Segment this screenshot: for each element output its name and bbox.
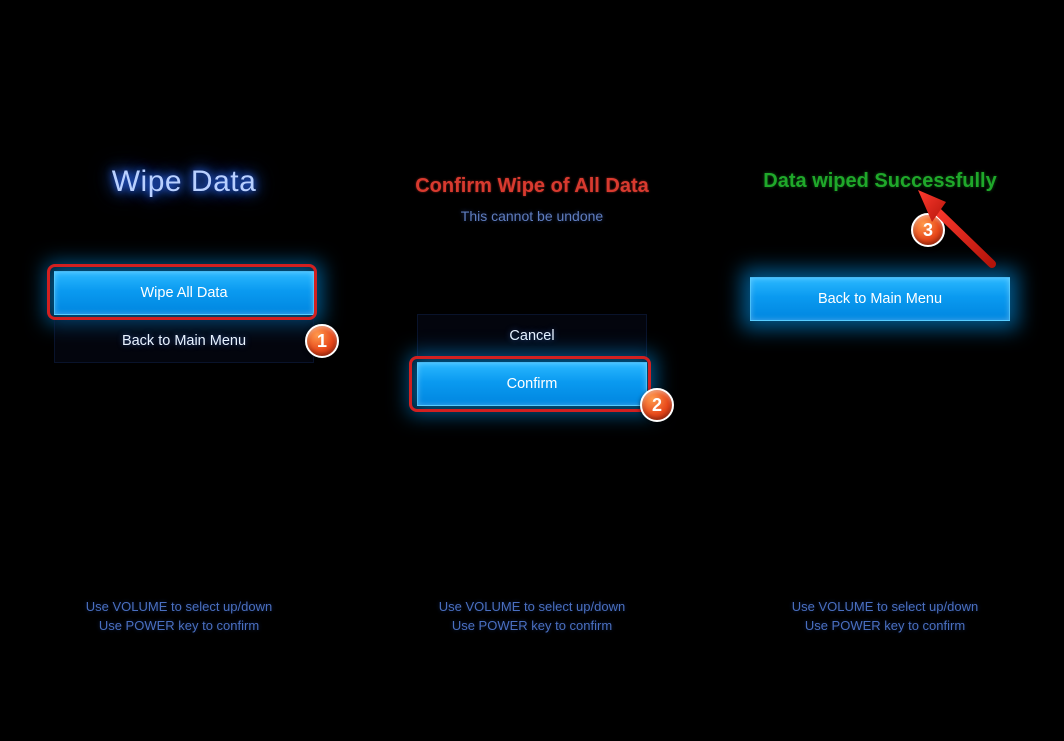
menu-panel2: Cancel Confirm [397, 314, 667, 406]
back-to-main-button-success[interactable]: Back to Main Menu [750, 277, 1010, 321]
menu-panel1: Wipe All Data Back to Main Menu [54, 271, 314, 363]
panel-confirm-wipe: Confirm Wipe of All Data This cannot be … [358, 0, 706, 741]
title-wipe-data: Wipe Data [112, 165, 257, 199]
footer-line2: Use POWER key to confirm [99, 618, 259, 633]
back-to-main-button[interactable]: Back to Main Menu [54, 319, 314, 363]
title-confirm-wipe: Confirm Wipe of All Data [415, 175, 649, 198]
menu-panel3: Back to Main Menu [750, 277, 1010, 321]
footer-panel1: Use VOLUME to select up/down Use POWER k… [0, 599, 358, 633]
footer-panel2: Use VOLUME to select up/down Use POWER k… [358, 599, 706, 633]
panels-row: Wipe Data Wipe All Data Back to Main Men… [0, 0, 1064, 741]
badge-number-2: 2 [652, 395, 662, 416]
step-badge-2: 2 [640, 388, 674, 422]
footer-line1: Use VOLUME to select up/down [439, 599, 625, 614]
cancel-button[interactable]: Cancel [417, 314, 647, 358]
wipe-all-data-button[interactable]: Wipe All Data [54, 271, 314, 315]
footer-line1: Use VOLUME to select up/down [86, 599, 272, 614]
subtitle-cannot-undo: This cannot be undone [461, 208, 603, 224]
back-to-main-label: Back to Main Menu [122, 333, 246, 349]
confirm-button[interactable]: Confirm [417, 362, 647, 406]
step-badge-1: 1 [305, 324, 339, 358]
footer-line1: Use VOLUME to select up/down [792, 599, 978, 614]
footer-panel3: Use VOLUME to select up/down Use POWER k… [706, 599, 1064, 633]
back-to-main-label-success: Back to Main Menu [818, 291, 942, 307]
panel-success: Data wiped Successfully Back to Main Men… [706, 0, 1064, 741]
footer-line2: Use POWER key to confirm [805, 618, 965, 633]
badge-number-1: 1 [317, 331, 327, 352]
arrow-icon [892, 186, 1002, 276]
panel-wipe-data: Wipe Data Wipe All Data Back to Main Men… [0, 0, 358, 741]
cancel-label: Cancel [509, 328, 554, 344]
confirm-label: Confirm [507, 376, 558, 392]
footer-line2: Use POWER key to confirm [452, 618, 612, 633]
wipe-all-data-label: Wipe All Data [140, 285, 227, 301]
